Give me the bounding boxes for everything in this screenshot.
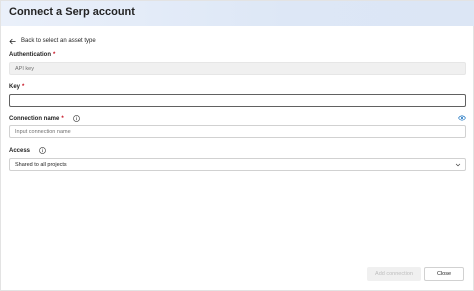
connect-dialog: Connect a Serp account Back to select an… <box>0 0 474 291</box>
required-mark: * <box>53 52 56 58</box>
key-label: Key * <box>9 84 24 90</box>
authentication-value: API key <box>15 65 34 72</box>
eye-icon[interactable] <box>458 115 466 121</box>
arrow-left-icon <box>9 38 16 44</box>
key-label-text: Key <box>9 84 21 90</box>
chevron-down-icon <box>455 163 461 167</box>
access-label-text: Access <box>9 147 31 154</box>
close-button-label: Close <box>436 271 452 277</box>
info-icon[interactable] <box>72 115 80 122</box>
key-input[interactable] <box>9 94 466 107</box>
connection-name-label: Connection name * <box>9 115 80 122</box>
connection-name-label-text: Connection name <box>9 115 60 122</box>
required-mark: * <box>61 115 64 122</box>
back-link-label: Back to select an asset type <box>21 38 96 44</box>
required-mark: * <box>22 84 25 90</box>
add-connection-label: Add connection <box>375 271 413 277</box>
dialog-header: Connect a Serp account <box>1 1 474 26</box>
access-value: Shared to all projects <box>15 161 67 168</box>
authentication-field: API key <box>9 62 466 75</box>
authentication-label: Authentication * <box>9 52 55 58</box>
authentication-label-text: Authentication <box>9 52 51 58</box>
connection-name-input[interactable]: Input connection name <box>9 125 466 138</box>
close-button[interactable]: Close <box>424 267 464 281</box>
add-connection-button[interactable]: Add connection <box>367 267 421 281</box>
access-dropdown[interactable]: Shared to all projects <box>9 158 466 171</box>
info-icon[interactable] <box>39 147 46 154</box>
connection-name-placeholder: Input connection name <box>15 128 71 135</box>
dialog-title: Connect a Serp account <box>9 6 135 18</box>
access-label: Access <box>9 147 46 154</box>
back-link[interactable]: Back to select an asset type <box>9 36 96 46</box>
